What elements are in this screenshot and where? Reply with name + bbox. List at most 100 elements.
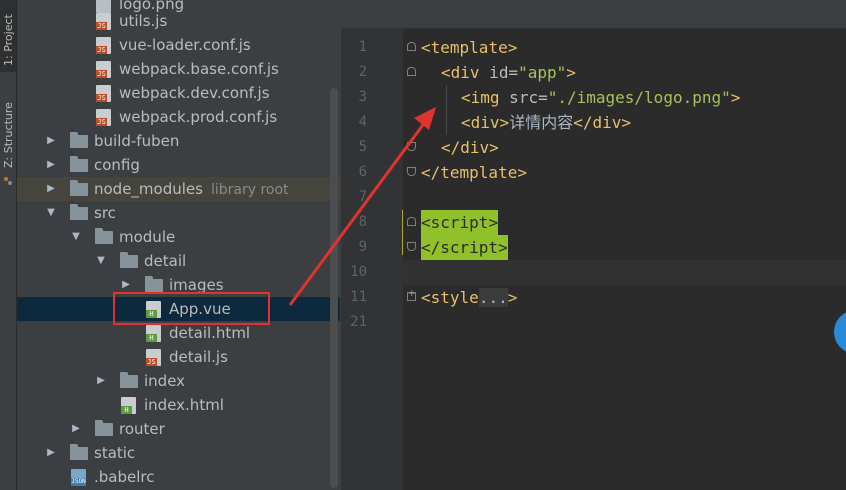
tok-tag: script (430, 213, 489, 232)
tree-row-label: index.html (144, 396, 224, 414)
code-editor[interactable]: 1 2 3 4 5 6 7 8 9 10 11 21 <template> <d… (341, 0, 846, 490)
expand-arrow-icon[interactable]: ▶ (45, 441, 57, 465)
code-line-1: <template> (421, 35, 517, 60)
editor-tab-bar (341, 0, 846, 29)
tree-row-config[interactable]: ▶ config (17, 153, 340, 177)
js-badge: JS (146, 358, 157, 366)
tree-row-index-html[interactable]: H index.html (17, 393, 340, 417)
expand-arrow-icon[interactable]: ▶ (95, 369, 107, 393)
fold-toggle-icon[interactable] (407, 142, 416, 151)
tok-bracket: < (421, 38, 431, 57)
line-number: 9 (358, 239, 367, 255)
html-file-icon: H (146, 301, 161, 318)
expand-arrow-icon[interactable]: ▶ (45, 153, 57, 177)
tree-scrollbar[interactable] (330, 88, 338, 488)
folder-icon (120, 372, 138, 388)
fold-toggle-icon[interactable] (407, 167, 416, 176)
tree-row-index[interactable]: ▶ index (17, 369, 340, 393)
tok-bracket: < (441, 63, 451, 82)
js-badge: JS (96, 94, 107, 102)
tok-bracket: < (461, 113, 471, 132)
tok-bracket: </ (441, 138, 461, 157)
tree-row-label: .babelrc (94, 468, 155, 486)
tree-row-label-group: node_modules library root (94, 177, 289, 202)
line-number: 3 (358, 89, 367, 105)
tree-row-detail-html[interactable]: H detail.html (17, 321, 340, 345)
tree-row-label: utils.js (119, 12, 168, 30)
folded-ellipsis[interactable]: ... (478, 288, 508, 307)
tree-row-label: detail.html (169, 324, 251, 342)
tree-row-label: webpack.dev.conf.js (119, 84, 270, 102)
tree-row-label: build-fuben (94, 132, 180, 150)
tree-row-utils-js[interactable]: JS utils.js (17, 9, 340, 33)
line-number: 1 (358, 39, 367, 55)
folder-icon (145, 276, 163, 292)
folder-icon (70, 132, 88, 148)
tree-row-module[interactable]: ▼ module (17, 225, 340, 249)
folder-icon (95, 420, 113, 436)
tok-tag: style (430, 288, 479, 307)
code-line-9: </script> (421, 235, 508, 260)
js-file-icon: JS (96, 37, 111, 54)
tok-bracket: > (499, 113, 510, 132)
line-number: 6 (358, 164, 367, 180)
code-line-6: </template> (421, 160, 527, 185)
tree-row-webpack-base-conf[interactable]: JS webpack.base.conf.js (17, 57, 340, 81)
tok-bracket: > (507, 288, 518, 307)
fold-toggle-icon[interactable] (407, 242, 416, 251)
folder-icon (70, 156, 88, 172)
code-line-3: <img src="./images/logo.png"> (461, 85, 740, 110)
tree-row-webpack-dev-conf[interactable]: JS webpack.dev.conf.js (17, 81, 340, 105)
tok-tag: script (440, 238, 499, 257)
html-file-icon: H (146, 325, 161, 342)
project-tool-tab[interactable]: 1: Project (0, 0, 16, 72)
project-tab-label: 1: Project (2, 14, 15, 66)
tree-row-node-modules[interactable]: ▶ node_modules library root (17, 177, 340, 201)
collapse-arrow-icon[interactable]: ▼ (95, 249, 107, 273)
tree-row-label: node_modules (94, 180, 203, 198)
tok-bracket: </ (421, 238, 441, 257)
tool-window-strip: 1: Project Z: Structure (0, 0, 17, 490)
tree-row-images[interactable]: ▶ images (17, 273, 340, 297)
fold-toggle-icon[interactable] (407, 67, 416, 76)
side-bubble-icon[interactable] (834, 310, 846, 354)
tree-row-vue-loader-conf[interactable]: JS vue-loader.conf.js (17, 33, 340, 57)
tok-value: "./images/logo.png" (547, 88, 731, 107)
tree-row-babelrc[interactable]: JSON .babelrc (17, 465, 340, 489)
code-line-8: <script> (421, 210, 499, 235)
tok-text: 详情内容 (509, 113, 574, 132)
tree-row-src[interactable]: ▼ src (17, 201, 340, 225)
tok-tag: div (592, 113, 622, 132)
js-file-icon: JS (96, 61, 111, 78)
structure-tab-label: Z: Structure (2, 102, 15, 168)
tok-bracket: > (488, 213, 499, 232)
line-number: 10 (350, 264, 367, 280)
expand-arrow-icon[interactable]: ▶ (120, 273, 132, 297)
tree-row-webpack-prod-conf[interactable]: JS webpack.prod.conf.js (17, 105, 340, 129)
expand-arrow-icon[interactable]: ▶ (45, 129, 57, 153)
tree-row-app-vue[interactable]: H App.vue (17, 297, 340, 321)
line-number: 7 (358, 189, 367, 205)
expand-arrow-icon[interactable]: ▶ (70, 417, 82, 441)
tree-row-label: webpack.base.conf.js (119, 60, 279, 78)
collapse-arrow-icon[interactable]: ▼ (45, 201, 57, 225)
tree-row-build-fuben[interactable]: ▶ build-fuben (17, 129, 340, 153)
js-file-icon: JS (96, 13, 111, 30)
tree-row-label: images (169, 276, 224, 294)
collapse-arrow-icon[interactable]: ▼ (70, 225, 82, 249)
fold-toggle-icon[interactable] (407, 217, 416, 226)
tree-row-detail[interactable]: ▼ detail (17, 249, 340, 273)
tree-row-detail-js[interactable]: JS detail.js (17, 345, 340, 369)
fold-toggle-icon[interactable] (407, 42, 416, 51)
h-badge: H (146, 334, 157, 342)
tok-tag: img (470, 88, 500, 107)
tree-row-static[interactable]: ▶ static (17, 441, 340, 465)
js-badge: JS (96, 118, 107, 126)
tree-row-router[interactable]: ▶ router (17, 417, 340, 441)
current-line-highlight (403, 260, 846, 285)
expand-arrow-icon[interactable]: ▶ (45, 177, 57, 201)
structure-tool-tab[interactable]: Z: Structure (0, 92, 16, 172)
folder-icon (120, 252, 138, 268)
expand-fold-icon[interactable] (407, 289, 416, 301)
tok-bracket: > (507, 38, 518, 57)
